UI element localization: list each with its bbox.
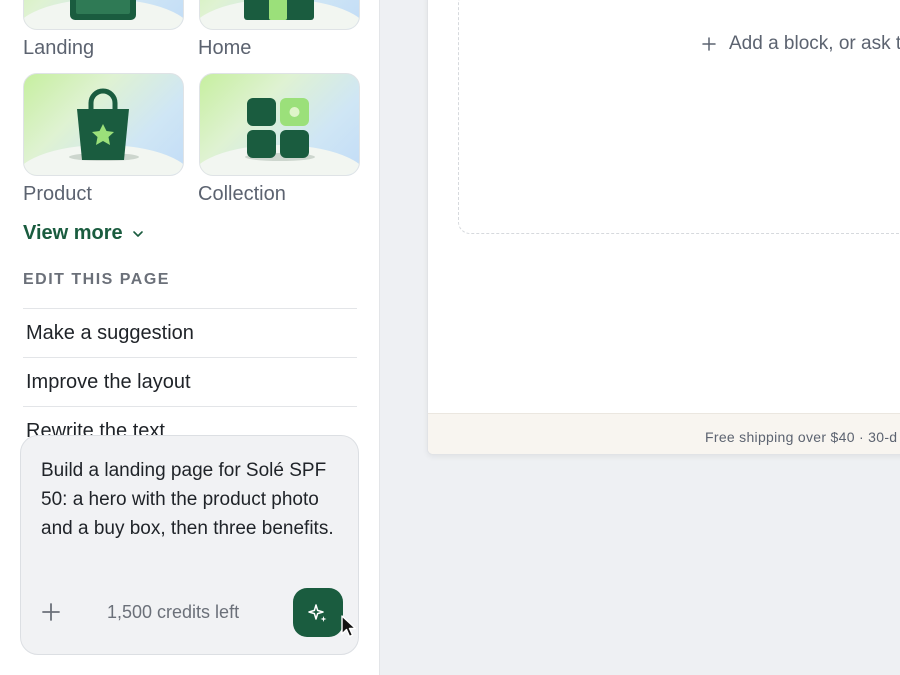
plus-icon (702, 37, 716, 51)
template-label-home: Home (198, 37, 252, 59)
announcement-bar: Free shipping over $40 · 30-d (428, 413, 900, 454)
template-label-product: Product (23, 183, 92, 205)
template-tile-collection[interactable] (199, 73, 360, 176)
add-block-label: Add a block, or ask t (729, 33, 900, 54)
mouse-cursor-icon (341, 615, 357, 638)
prompt-input[interactable]: Build a landing page for Solé SPF 50: a … (41, 456, 346, 543)
template-tile-product[interactable] (23, 73, 184, 176)
sparkle-icon (308, 603, 327, 622)
template-label-collection: Collection (198, 183, 286, 205)
template-tile-landing[interactable] (23, 0, 184, 30)
template-tile-home[interactable] (199, 0, 360, 30)
attach-button[interactable] (39, 600, 63, 624)
collection-grid-icon (247, 98, 309, 158)
chevron-down-icon (132, 230, 143, 237)
landing-page-icon (70, 0, 136, 20)
home-page-icon (244, 0, 314, 20)
plus-icon (42, 603, 60, 621)
suggestion-list: Make a suggestion Improve the layout Rew… (23, 308, 357, 455)
view-more-link[interactable]: View more (23, 222, 145, 245)
view-more-label: View more (23, 222, 123, 244)
section-title: EDIT THIS PAGE (23, 271, 170, 288)
credits-remaining: 1,500 credits left (107, 602, 240, 622)
sidebar: Landing Home Product Collection View mor… (0, 0, 380, 675)
announcement-text: Free shipping over $40 · 30-d (705, 429, 898, 445)
template-label-landing: Landing (23, 37, 95, 59)
add-block-button[interactable]: Add a block, or ask t (701, 33, 900, 55)
suggestion-improve-layout[interactable]: Improve the layout (23, 357, 357, 406)
prompt-composer[interactable]: Build a landing page for Solé SPF 50: a … (20, 435, 359, 655)
shopping-bag-icon (77, 88, 129, 160)
page-canvas: Add a block, or ask t Free shipping over… (427, 0, 900, 455)
generate-button[interactable] (293, 588, 343, 637)
suggestion-make-suggestion[interactable]: Make a suggestion (23, 308, 357, 357)
